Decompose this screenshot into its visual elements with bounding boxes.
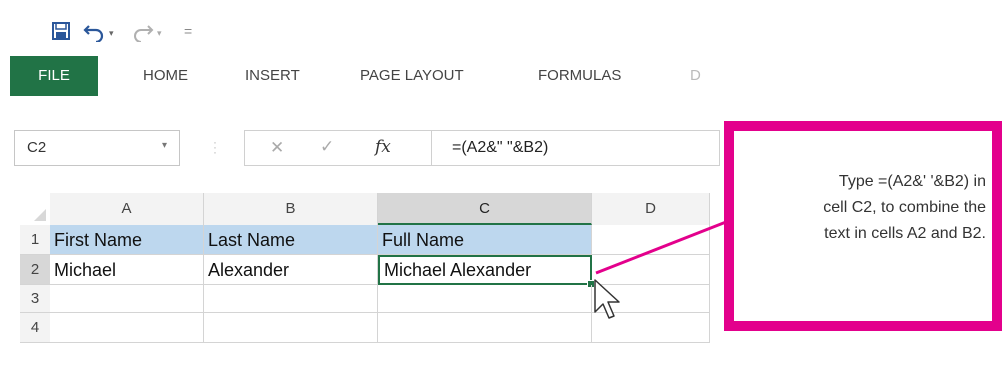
cell-c3[interactable]: [378, 285, 592, 313]
undo-dropdown-arrow[interactable]: ▾: [109, 28, 114, 39]
customize-toolbar-button[interactable]: =: [184, 23, 192, 39]
ribbon-tabs: FILE HOME INSERT PAGE LAYOUT FORMULAS D: [0, 56, 720, 96]
cancel-icon[interactable]: ✕: [270, 138, 284, 158]
cell-c2[interactable]: Michael Alexander: [378, 255, 592, 285]
row-header-3[interactable]: 3: [20, 285, 50, 313]
callout-line-3: text in cells A2 and B2.: [824, 225, 986, 242]
cell-d1[interactable]: [592, 225, 710, 255]
column-header-b[interactable]: B: [204, 193, 378, 225]
cell-b2[interactable]: Alexander: [204, 255, 378, 285]
undo-icon[interactable]: [83, 20, 105, 42]
redo-dropdown-arrow[interactable]: ▾: [157, 28, 162, 39]
tab-home[interactable]: HOME: [143, 56, 188, 96]
row-header-4[interactable]: 4: [20, 313, 50, 343]
tab-insert[interactable]: INSERT: [245, 56, 300, 96]
column-header-a[interactable]: A: [50, 193, 204, 225]
redo-icon[interactable]: [132, 20, 154, 42]
tab-formulas[interactable]: FORMULAS: [538, 56, 621, 96]
callout-line-1: Type =(A2&' '&B2) in: [838, 173, 986, 190]
callout-line-2: cell C2, to combine the: [823, 199, 986, 216]
cell-a2[interactable]: Michael: [50, 255, 204, 285]
cell-a1[interactable]: First Name: [50, 225, 204, 255]
cell-c1[interactable]: Full Name: [378, 225, 592, 255]
formula-text: =(A2&" "&B2): [452, 139, 549, 156]
name-box[interactable]: C2 ▾: [14, 130, 180, 166]
row-header-1[interactable]: 1: [20, 225, 50, 255]
column-header-d[interactable]: D: [592, 193, 710, 225]
tab-data[interactable]: D: [690, 56, 701, 96]
cell-c4[interactable]: [378, 313, 592, 343]
chevron-down-icon[interactable]: ▾: [162, 140, 167, 151]
callout-text: Type =(A2&' '&B2) in cell C2, to combine…: [734, 169, 992, 247]
enter-icon[interactable]: ✓: [320, 137, 334, 157]
cell-a3[interactable]: [50, 285, 204, 313]
cell-b3[interactable]: [204, 285, 378, 313]
tab-file[interactable]: FILE: [10, 56, 98, 96]
formula-bar-buttons: ✕ ✓ fx: [244, 130, 432, 166]
cell-a4[interactable]: [50, 313, 204, 343]
row-header-2[interactable]: 2: [20, 255, 50, 285]
formula-input[interactable]: =(A2&" "&B2): [432, 130, 720, 166]
cell-b4[interactable]: [204, 313, 378, 343]
save-icon[interactable]: [52, 22, 70, 40]
cell-b1[interactable]: Last Name: [204, 225, 378, 255]
insert-function-icon[interactable]: fx: [375, 137, 391, 157]
mouse-pointer-icon: [594, 279, 620, 319]
select-all-button[interactable]: [20, 193, 50, 225]
column-header-c[interactable]: C: [378, 193, 592, 225]
formula-bar-grip: · · ·: [213, 135, 217, 159]
name-box-value: C2: [27, 139, 47, 156]
callout-box: Type =(A2&' '&B2) in cell C2, to combine…: [724, 121, 1002, 331]
tab-page-layout[interactable]: PAGE LAYOUT: [360, 56, 464, 96]
